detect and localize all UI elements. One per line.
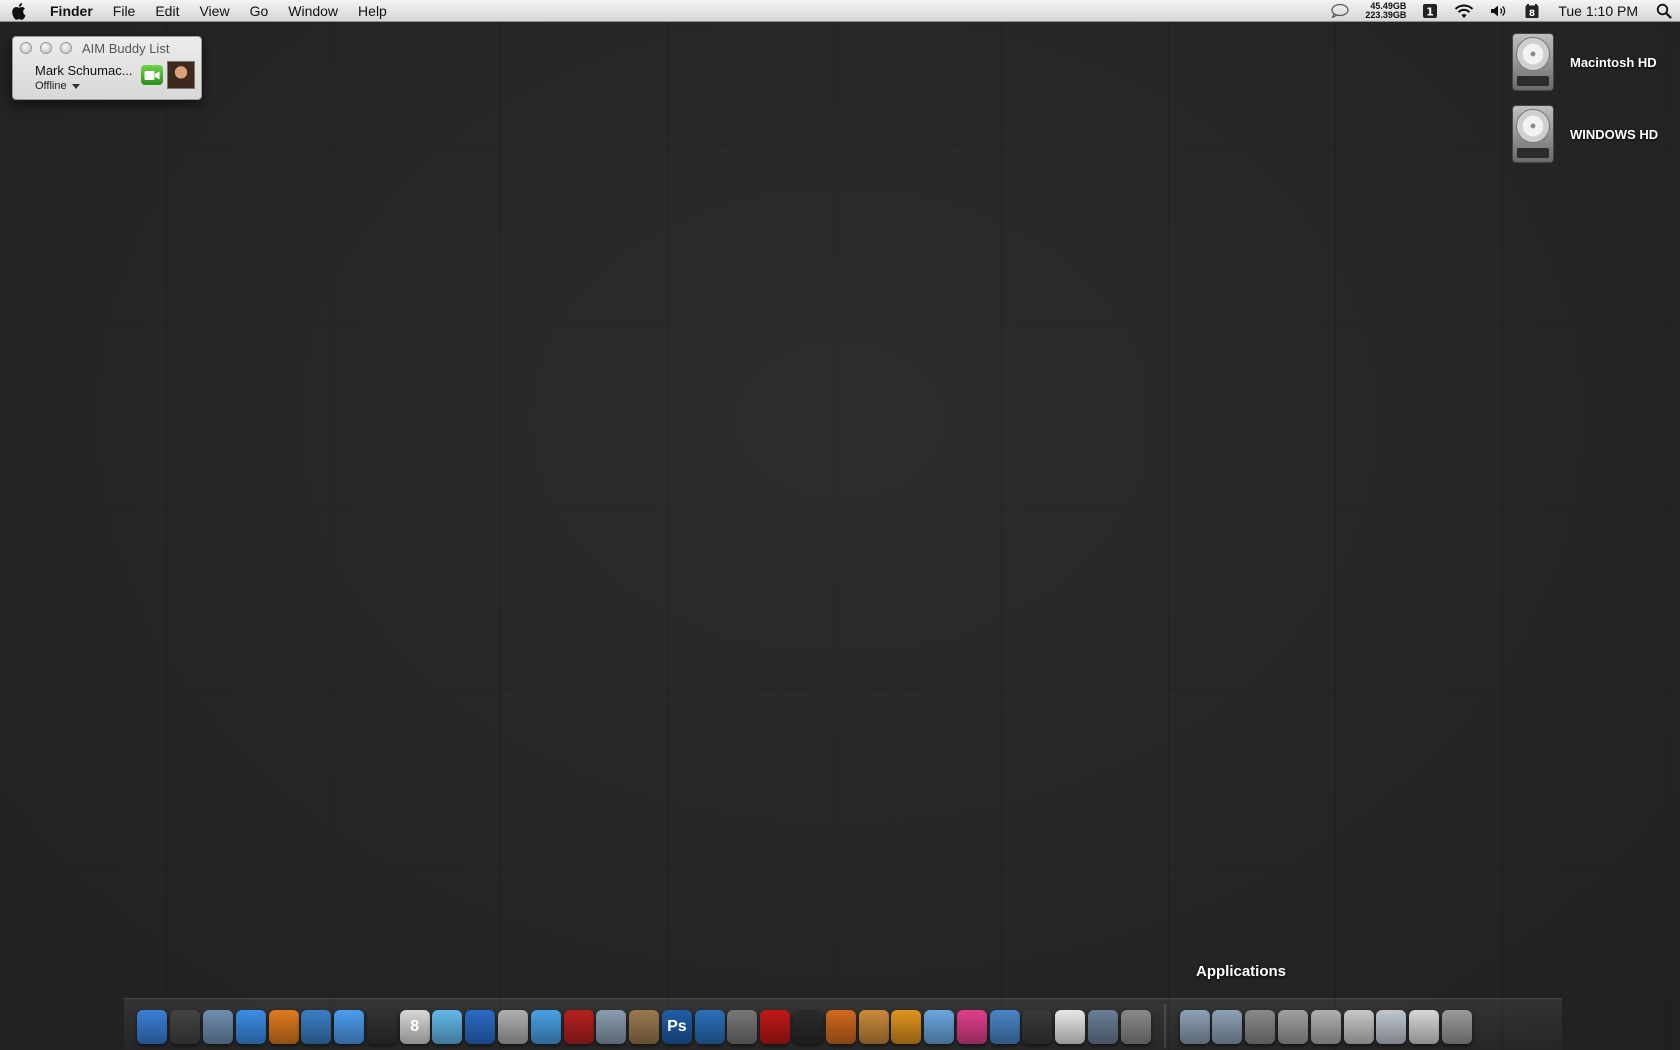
firefox-icon[interactable] xyxy=(268,1010,299,1044)
aim-buddy-list-window[interactable]: AIM Buddy List Mark Schumac... Offline xyxy=(12,36,202,100)
menu-clock[interactable]: Tue 1:10 PM xyxy=(1548,3,1648,19)
system-gear-icon[interactable] xyxy=(891,1010,922,1044)
dashboard-icon[interactable] xyxy=(170,1010,201,1044)
itunes-icon[interactable] xyxy=(432,1010,463,1044)
safari-icon[interactable] xyxy=(235,1010,266,1044)
ipod-icon[interactable] xyxy=(956,1010,987,1044)
stack-folder-icon-2[interactable] xyxy=(1310,1010,1341,1044)
garageband-icon[interactable] xyxy=(858,1010,889,1044)
photoshop-icon[interactable]: Ps xyxy=(661,1010,692,1044)
menu-view[interactable]: View xyxy=(189,0,239,22)
pen-icon[interactable] xyxy=(366,1010,397,1044)
menu-help[interactable]: Help xyxy=(348,0,397,22)
hard-drive-icon xyxy=(1512,105,1554,163)
menu-file[interactable]: File xyxy=(103,0,146,22)
desktop-disk-macintosh-hd[interactable]: Macintosh HD xyxy=(1512,32,1672,92)
photo-booth-icon[interactable] xyxy=(563,1010,594,1044)
mail-icon[interactable] xyxy=(202,1010,233,1044)
avatar[interactable] xyxy=(167,61,195,89)
disk-usage-readout[interactable]: 45.49GB 223.39GB xyxy=(1357,2,1414,20)
aim-screen-name[interactable]: Mark Schumac... xyxy=(35,63,133,78)
pen-tool-icon[interactable] xyxy=(1022,1010,1053,1044)
blender-icon[interactable] xyxy=(825,1010,856,1044)
downloads-folder-icon[interactable] xyxy=(1212,1010,1243,1044)
final-cut-icon[interactable] xyxy=(793,1010,824,1044)
trash-icon[interactable] xyxy=(1441,1010,1472,1044)
stack-folder-icon-5[interactable] xyxy=(1409,1010,1440,1044)
textedit-icon[interactable] xyxy=(1055,1010,1086,1044)
aim-titlebar[interactable]: AIM Buddy List xyxy=(13,37,201,59)
zoom-button[interactable] xyxy=(60,42,72,54)
menu-go[interactable]: Go xyxy=(240,0,279,22)
preview-icon[interactable] xyxy=(629,1010,660,1044)
bluetooth-icon[interactable] xyxy=(530,1010,561,1044)
aim-window-title: AIM Buddy List xyxy=(82,40,170,56)
disk-label: Macintosh HD xyxy=(1570,54,1657,70)
aim-account-row: Mark Schumac... Offline xyxy=(13,59,201,99)
documents-folder-icon[interactable] xyxy=(1245,1010,1276,1044)
stack-folder-icon-1[interactable] xyxy=(1277,1010,1308,1044)
desktop-disk-windows-hd[interactable]: WINDOWS HD xyxy=(1512,104,1672,164)
spotlight-search-icon[interactable] xyxy=(1648,0,1680,22)
dock-tooltip: Applications xyxy=(1196,963,1287,980)
menu-edit[interactable]: Edit xyxy=(145,0,189,22)
ical-icon-label: 8 xyxy=(410,1018,420,1035)
calendar-status-icon[interactable]: 8 xyxy=(1516,0,1548,22)
speech-bubble-icon[interactable] xyxy=(1323,0,1357,22)
dock: 8 Ps xyxy=(124,998,1562,1050)
svg-text:8: 8 xyxy=(1529,9,1535,19)
menu-bar: Finder File Edit View Go Window Help 45.… xyxy=(0,0,1680,22)
chevron-down-icon xyxy=(71,83,80,89)
imovie-icon[interactable] xyxy=(727,1010,758,1044)
applications-folder-icon[interactable] xyxy=(1179,1010,1210,1044)
app-menu-finder[interactable]: Finder xyxy=(40,0,103,22)
spaces-icon[interactable]: 1 xyxy=(1414,0,1446,22)
ichat-icon[interactable] xyxy=(334,1010,365,1044)
quicktime-icon[interactable] xyxy=(465,1010,496,1044)
wifi-icon[interactable] xyxy=(1446,0,1482,22)
globe-icon[interactable] xyxy=(989,1010,1020,1044)
finder-icon[interactable] xyxy=(137,1010,168,1044)
status-area: 45.49GB 223.39GB 1 8 Tue 1:10 PM xyxy=(1323,0,1680,22)
disk-total-label: 223.39GB xyxy=(1365,10,1407,20)
aim-status-label: Offline xyxy=(35,80,67,92)
hard-drive-icon xyxy=(1512,33,1554,91)
dock-separator xyxy=(1164,1004,1167,1048)
menu-window[interactable]: Window xyxy=(278,0,348,22)
apple-menu-icon[interactable] xyxy=(0,0,40,22)
disk-label: WINDOWS HD xyxy=(1570,126,1659,142)
photoshop-icon-label: Ps xyxy=(667,1018,687,1035)
iphoto-icon[interactable] xyxy=(596,1010,627,1044)
close-button[interactable] xyxy=(20,42,32,54)
front-row-icon[interactable] xyxy=(760,1010,791,1044)
aim-status-dropdown[interactable]: Offline xyxy=(35,80,80,92)
alarm-clock-icon[interactable] xyxy=(924,1010,955,1044)
word-icon[interactable] xyxy=(694,1010,725,1044)
system-preferences-icon[interactable] xyxy=(1120,1010,1151,1044)
svg-text:1: 1 xyxy=(1427,6,1435,19)
script-editor-icon[interactable] xyxy=(497,1010,528,1044)
activity-monitor-icon[interactable] xyxy=(1088,1010,1119,1044)
stack-folder-icon-4[interactable] xyxy=(1376,1010,1407,1044)
volume-icon[interactable] xyxy=(1482,0,1516,22)
stack-folder-icon-3[interactable] xyxy=(1343,1010,1374,1044)
video-camera-icon[interactable] xyxy=(141,65,163,85)
ical-icon[interactable]: 8 xyxy=(399,1010,430,1044)
minimize-button[interactable] xyxy=(40,42,52,54)
network-utility-icon[interactable] xyxy=(301,1010,332,1044)
